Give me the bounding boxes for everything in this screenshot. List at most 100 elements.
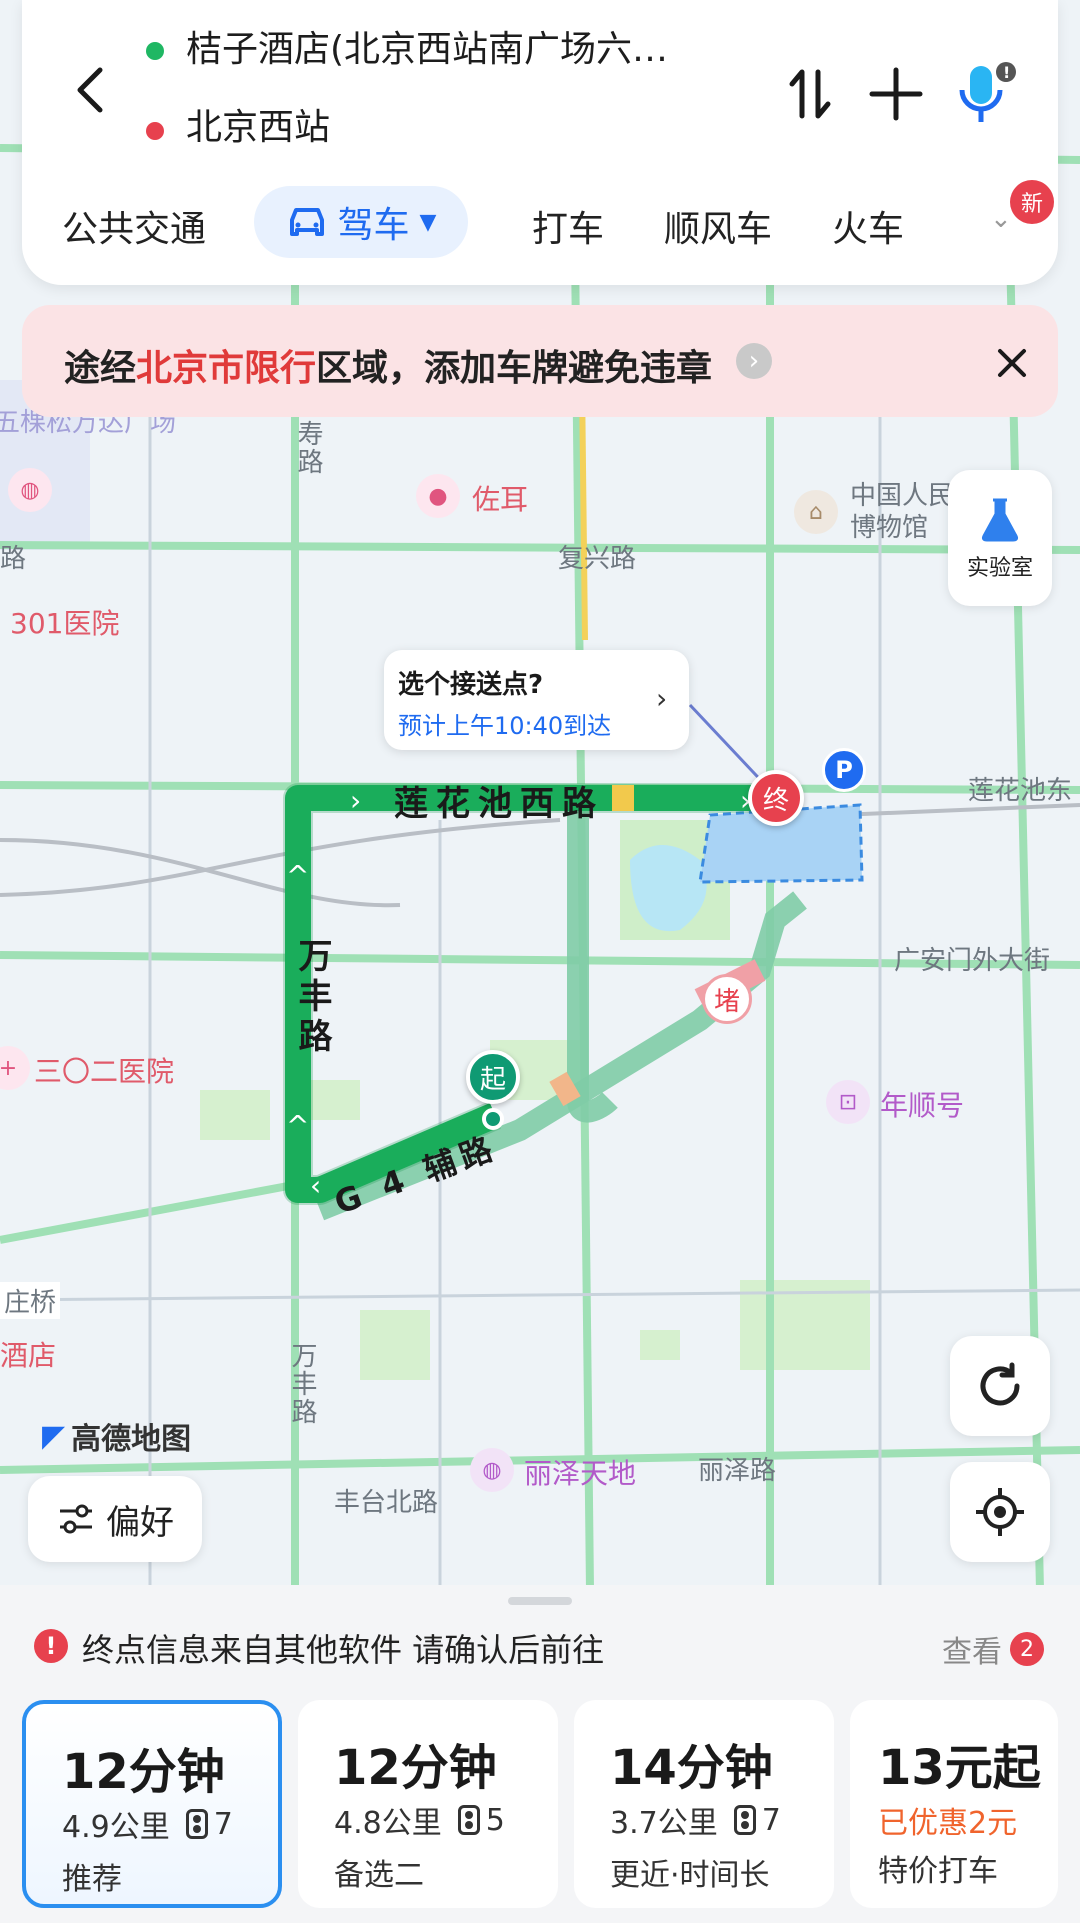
tab-carpool[interactable]: 顺风车 [664,200,772,252]
route-1-lights: 7 [213,1806,233,1842]
svg-text:!: ! [1003,63,1010,82]
route-header-card: 桔子酒店(北京西站南广场六… 北京西站 ! 公共交通 驾车 ▼ 打车 顺风车 火… [22,0,1058,285]
route-2-tag: 备选二 [334,1858,424,1893]
route-2-info: 4.8公里 5 [334,1798,505,1842]
callout-title: 选个接送点? [398,670,544,700]
map-label-nianshunhao[interactable]: 年顺号 [880,1084,964,1124]
map-label-301-hospital[interactable]: 301医院 [10,602,119,642]
museum-poi-icon[interactable]: ⌂ [794,490,838,534]
lize-poi-icon[interactable]: ◍ [470,1448,514,1492]
map-label-guanganmen: 广安门外大街 [894,946,1051,976]
view-link[interactable]: 查看 2 [942,1627,1044,1671]
more-modes-chevron-icon[interactable]: ⌄ [990,204,1012,234]
parking-icon[interactable]: P [822,748,866,792]
sliders-icon [60,1504,92,1534]
tab-train[interactable]: 火车 [832,200,904,252]
view-count-badge: 2 [1010,1632,1044,1666]
map-label-luo: 路 [0,544,27,574]
tab-driving[interactable]: 驾车 ▼ [254,186,468,258]
refresh-button[interactable] [950,1336,1050,1436]
banner-text: 途经北京市限行区域，添加车牌避免违章 [64,339,712,391]
route-card-3[interactable]: 14分钟 3.7公里 7 更近·时间长 [574,1700,834,1908]
lab-button-label: 实验室 [966,556,1033,581]
callout-eta: 预计上午10:40到达 [398,712,612,740]
traffic-light-icon [457,1805,480,1835]
traffic-light-icon [733,1805,756,1835]
map-label-lize-road: 丽泽路 [698,1456,777,1486]
swap-vertical-icon[interactable] [786,66,834,122]
congestion-marker[interactable]: 堵 [702,974,752,1024]
notice-text: 终点信息来自其他软件 请确认后前往 [82,1631,605,1669]
route-3-info: 3.7公里 7 [610,1798,781,1842]
map-label-fuxing: 复兴路 [558,544,637,574]
route-3-tag: 更近·时间长 [610,1858,770,1893]
route-card-1[interactable]: 12分钟 4.9公里 7 推荐 [22,1700,282,1908]
restriction-banner[interactable]: 途经北京市限行区域，添加车牌避免违章 › [22,305,1058,417]
tab-public-transit[interactable]: 公共交通 [62,200,206,252]
close-icon[interactable] [994,345,1030,381]
route-1-distance: 4.9公里 [62,1810,170,1845]
drag-handle[interactable] [508,1597,572,1605]
start-point-dot [482,1108,504,1130]
refresh-icon [980,1362,1020,1406]
destination-dot-icon [146,122,164,140]
congestion-label: 堵 [713,986,740,1017]
route-2-time: 12分钟 [334,1740,497,1796]
nianshunhao-poi-icon[interactable]: ⊡ [826,1080,870,1124]
banner-highlight: 北京市限行 [136,348,317,389]
navigation-arrow-icon: ◤ [42,1418,66,1454]
map-label-lianhuachi-east: 莲花池东 [968,776,1073,806]
map-label-302-hospital[interactable]: 三〇二医院 [34,1050,174,1090]
svg-text:^: ^ [286,859,309,892]
route-3-time: 14分钟 [610,1740,773,1796]
taxi-price: 13元起 [878,1740,1041,1796]
map-label-lianhuachi-west: 莲花池西路 [394,784,604,824]
zuoer-poi-icon[interactable]: ● [416,474,460,518]
route-2-lights: 5 [485,1802,505,1838]
route-3-lights: 7 [761,1802,781,1838]
microphone-icon[interactable]: ! [952,60,1022,130]
view-label: 查看 [942,1635,1002,1670]
banner-chevron-icon: › [736,343,772,379]
route-1-tag: 推荐 [62,1862,122,1897]
tab-taxi[interactable]: 打车 [532,200,604,252]
taxi-tag: 特价打车 [878,1854,998,1889]
brand-label: 高德地图 [71,1422,192,1457]
taxi-card[interactable]: 13元起 已优惠2元 特价打车 [850,1700,1058,1908]
locate-button[interactable] [950,1462,1050,1562]
amap-logo: ◤ 高德地图 [42,1414,191,1458]
flask-icon [981,498,1019,542]
plus-icon[interactable] [868,66,924,122]
map-label-museum[interactable]: 中国人民 博物馆 [850,480,954,544]
car-icon [289,208,324,236]
map-label-zuoer[interactable]: 佐耳 [472,478,528,518]
chevron-right-icon: › [656,682,668,715]
new-badge: 新 [1010,180,1054,224]
map-label-lize[interactable]: 丽泽天地 [524,1452,636,1492]
tab-driving-label: 驾车 [337,205,410,246]
shopping-poi-icon[interactable]: ◍ [8,468,52,512]
lab-button[interactable]: 实验室 [948,470,1052,606]
route-1-time: 12分钟 [62,1744,225,1800]
route-card-2[interactable]: 12分钟 4.8公里 5 备选二 [298,1700,558,1908]
map-label-wanfeng-lower: 万丰路 [287,1342,317,1426]
alert-icon: ! [34,1629,68,1663]
start-marker[interactable]: 起 [466,1050,520,1104]
banner-suffix: 区域，添加车牌避免违章 [316,348,713,389]
origin-field[interactable]: 桔子酒店(北京西站南广场六… [186,20,746,72]
back-arrow-icon[interactable] [62,60,122,120]
parking-label: P [835,756,853,784]
svg-text:›: › [350,784,361,817]
preference-button[interactable]: 偏好 [28,1476,202,1562]
end-marker-label: 终 [762,785,789,816]
banner-prefix: 途经 [64,348,137,389]
route-2-distance: 4.8公里 [334,1806,442,1841]
pickup-point-callout[interactable]: 选个接送点? 预计上午10:40到达 › [384,650,689,750]
traffic-light-icon [185,1809,208,1839]
preference-label: 偏好 [106,1502,174,1543]
svg-text:‹: ‹ [310,1169,321,1202]
map-label-fengtai-north: 丰台北路 [334,1488,439,1518]
destination-field[interactable]: 北京西站 [186,98,330,150]
end-marker[interactable]: 终 [748,770,804,826]
map-label-hotel[interactable]: 酒店 [0,1334,56,1374]
